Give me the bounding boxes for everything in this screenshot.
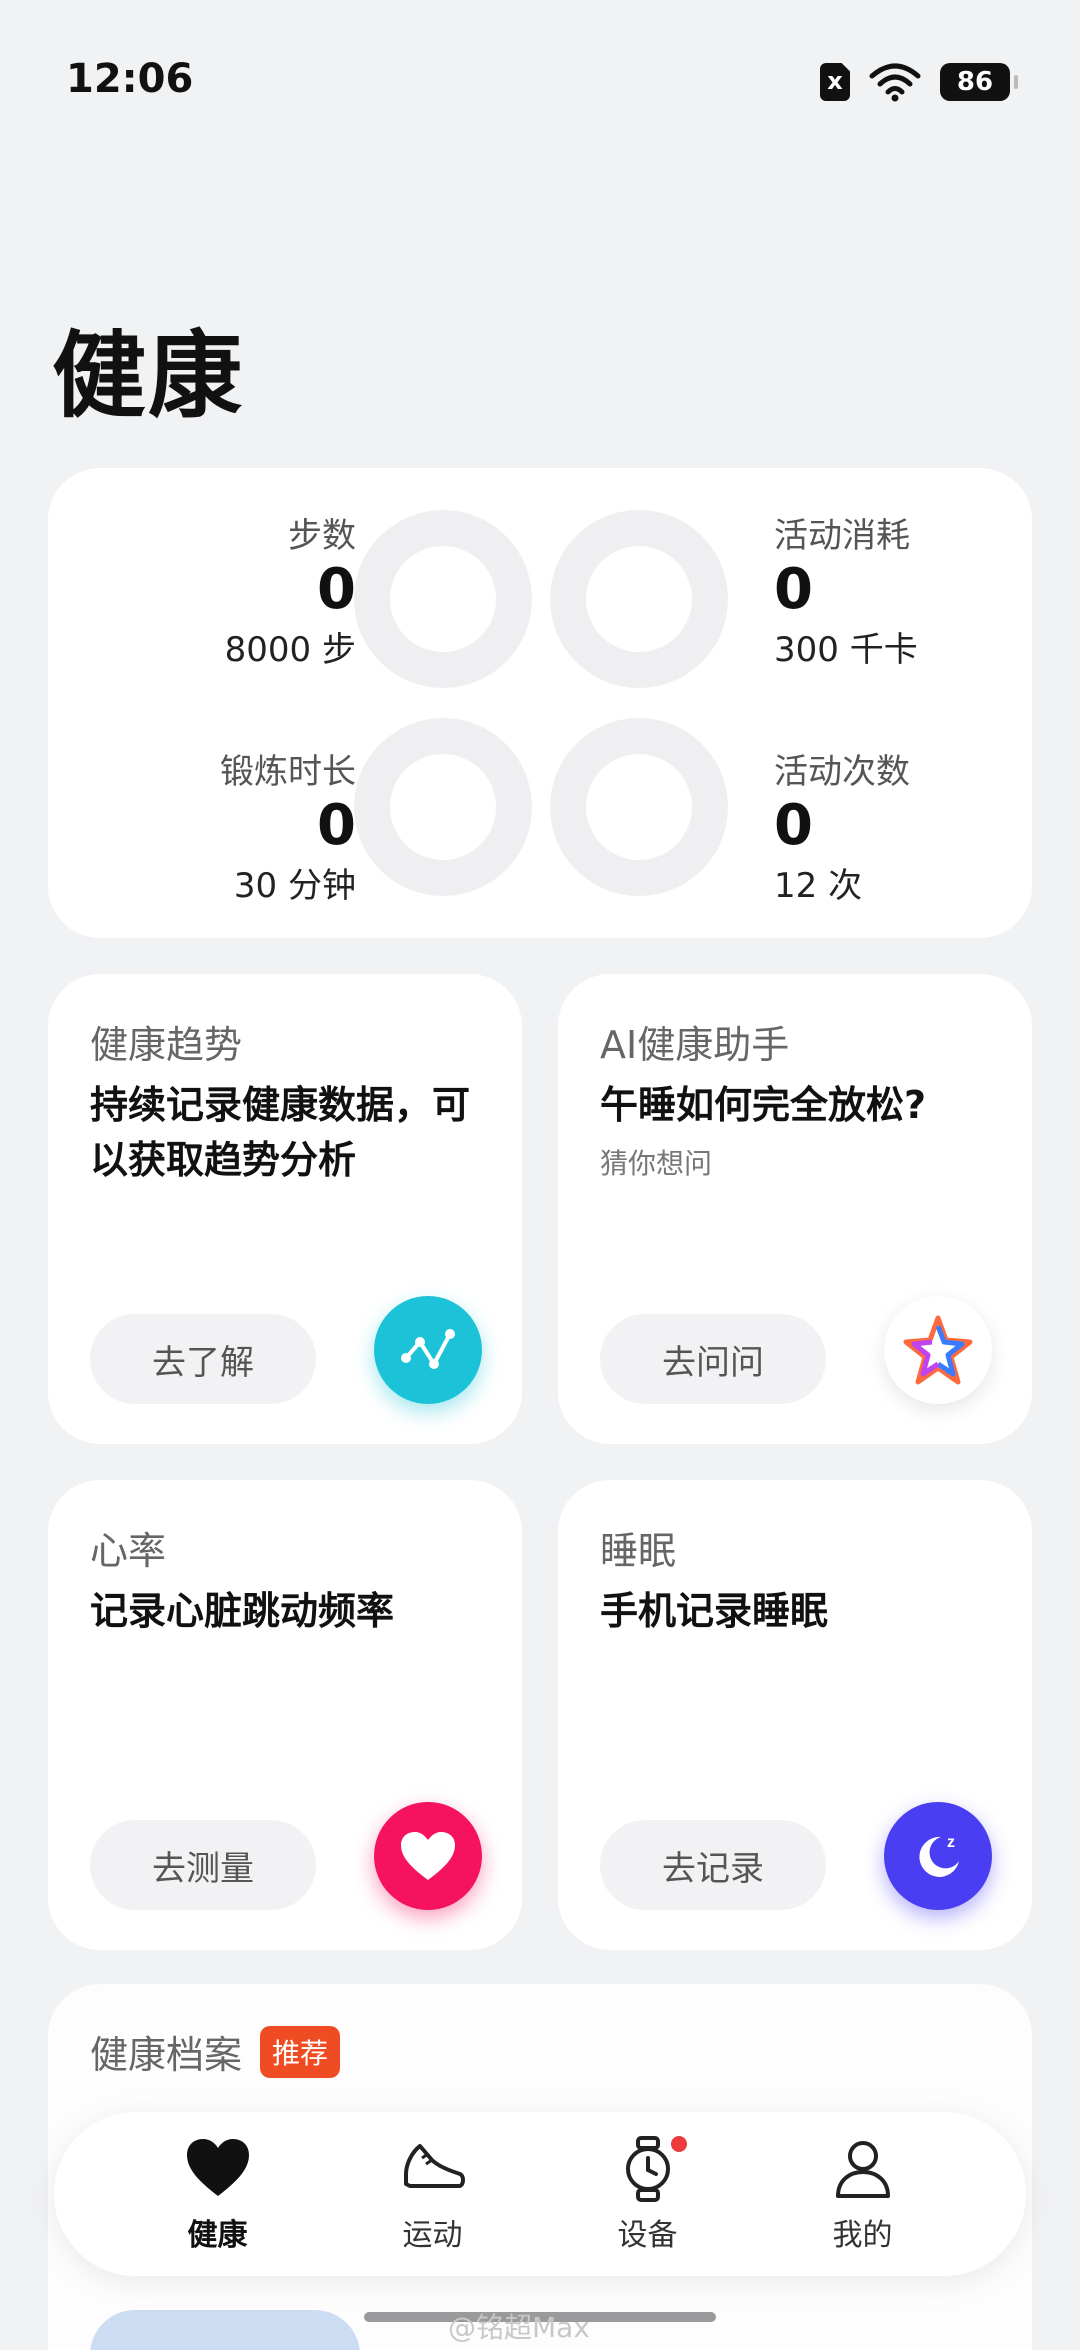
exercise-value: 0 [317,793,356,858]
heart-icon [186,2139,249,2196]
sleep-headline: 手机记录睡眠 [600,1589,829,1633]
exercise-label: 锻炼时长 [220,752,356,792]
health-trend-headline: 持续记录健康数据，可以获取趋势分析 [90,1083,471,1183]
ai-assistant-question[interactable]: 午睡如何完全放松? [600,1078,1020,1133]
battery-indicator: 86 [940,63,1018,101]
ai-star-icon[interactable] [884,1296,992,1404]
steps-value: 0 [317,557,356,622]
moon-icon[interactable]: z [884,1802,992,1910]
calories-label: 活动消耗 [774,516,910,556]
learn-more-button[interactable]: 去了解 [90,1314,316,1404]
steps-goal: 8000 步 [224,629,356,670]
measure-button[interactable]: 去测量 [90,1820,316,1910]
status-time: 12:06 [66,56,194,102]
ask-button[interactable]: 去问问 [600,1314,826,1404]
watermark: @铭超Max [448,2311,590,2344]
ai-assistant-card[interactable]: AI健康助手 午睡如何完全放松? 猜你想问 去问问 [558,974,1032,1444]
heart-icon[interactable] [374,1802,482,1910]
health-trend-card[interactable]: 健康趋势 持续记录健康数据，可以获取趋势分析 去了解 [48,974,522,1444]
health-profile-header: 健康档案 推荐 [90,2024,341,2079]
activity-count-value: 0 [774,793,813,858]
trend-chart-icon[interactable] [374,1296,482,1404]
ai-assistant-title: AI健康助手 [600,1023,790,1067]
svg-text:z: z [947,1834,955,1851]
status-bar: 12:06 x 86 [0,0,1080,160]
exercise-goal: 30 分钟 [233,865,356,906]
steps-metric: 步数 0 8000 步 [56,508,356,671]
tab-sport-label: 运动 [402,2218,463,2253]
wifi-icon [869,63,921,102]
exercise-metric: 锻炼时长 0 30 分钟 [56,744,356,907]
notification-dot [670,2136,687,2152]
tab-mine-label: 我的 [832,2218,893,2253]
steps-label: 步数 [288,516,356,556]
calories-value: 0 [774,557,813,622]
activity-count-goal: 12 次 [774,865,863,906]
page-title: 健康 [52,322,245,431]
calories-ring [550,510,728,688]
sim-icon: x [820,63,850,101]
calories-metric: 活动消耗 0 300 千卡 [774,508,1074,671]
calories-goal: 300 千卡 [774,629,918,670]
activity-count-label: 活动次数 [774,752,910,792]
status-icons: x 86 [820,62,1018,102]
activity-summary-card[interactable]: 步数 0 8000 步 锻炼时长 0 30 分钟 活动消耗 0 300 千卡 活… [48,468,1032,938]
bottom-tab-bar: 健康 运动 设备 我的 [54,2112,1026,2276]
heart-rate-card[interactable]: 心率 记录心脏跳动频率 去测量 [48,1480,522,1950]
record-button[interactable]: 去记录 [600,1820,826,1910]
steps-ring [354,510,532,688]
sleep-title: 睡眠 [600,1529,677,1573]
tab-device-label: 设备 [617,2218,678,2253]
profile-action-button[interactable] [90,2310,360,2350]
health-profile-title: 健康档案 [90,2033,243,2077]
tab-sport[interactable]: 运动 [358,2134,508,2254]
health-trend-title: 健康趋势 [90,1023,243,1067]
heart-rate-title: 心率 [90,1529,167,1573]
ai-assistant-subtitle: 猜你想问 [600,1147,713,1180]
sleep-card[interactable]: 睡眠 手机记录睡眠 去记录 z [558,1480,1032,1950]
tab-mine[interactable]: 我的 [788,2134,938,2254]
exercise-ring [354,718,532,896]
activity-count-ring [550,718,728,896]
activity-count-metric: 活动次数 0 12 次 [774,744,1074,907]
shoe-icon [403,2144,465,2188]
tab-device[interactable]: 设备 [573,2134,723,2254]
person-icon [835,2141,890,2198]
tab-health[interactable]: 健康 [143,2134,293,2254]
heart-rate-headline: 记录心脏跳动频率 [90,1589,395,1633]
tab-health-label: 健康 [187,2218,248,2253]
recommend-badge: 推荐 [260,2025,341,2078]
